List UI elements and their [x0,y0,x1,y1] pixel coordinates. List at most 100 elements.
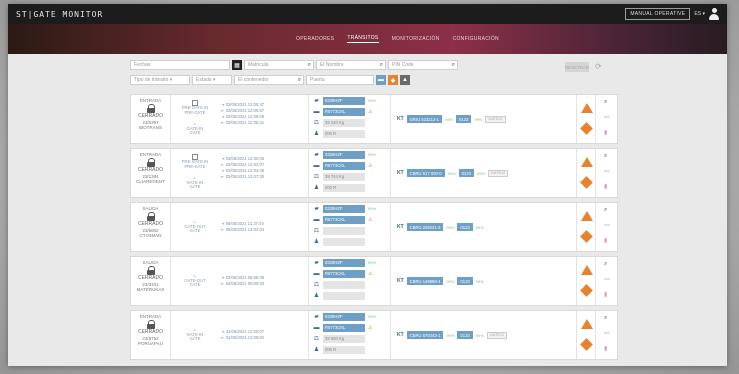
ok-mark: 99% [368,206,377,211]
weight-field [323,226,365,235]
filter-alert-icon[interactable]: ▲ [400,75,410,85]
trailer-icon: ▬ [313,216,320,223]
direction-cell: ENTRADA CERRADO 23/6397 BIOTRANS [131,95,171,143]
delete-icon[interactable]: ▮ [604,291,607,298]
incident-icon[interactable] [580,176,593,189]
vehicle-cell: ▰ 0328HZF 99% ▬ R6773CKL ⚠ ⚖ 39 240 Kg ♟ 000 R [309,95,391,143]
container-number: CBRU 148899-4 [406,277,444,285]
name-input[interactable]: El Nombre ⌕ [316,60,386,70]
transit-row[interactable]: SALIDA CERRADO 23/3331 MATERUKAS ⊥ GATE-O… [130,256,618,306]
more-icon[interactable]: ⋯ [604,276,610,283]
more-icon[interactable]: ⋯ [604,114,610,121]
nav-operadores[interactable]: OPERADORES [296,36,334,42]
gate-input[interactable]: Puerta [306,75,374,85]
incident-icon[interactable] [580,230,593,243]
plate-field: 0328HZF [323,96,365,105]
trailer-icon: ▬ [313,108,320,115]
filter-diamond-icon[interactable]: ◆ [388,75,398,85]
plate-input[interactable]: Matrícula ⌕ [244,60,314,70]
status-select[interactable]: Estado ▾ [192,75,232,85]
direction-cell: ENTRADA CERRADO 23/1384 CLIAREGENT [131,149,171,197]
ok-mark: 99% [475,224,484,230]
calendar-icon[interactable]: ▦ [232,60,242,70]
plate-field: 0328HZF [323,204,365,213]
gate-item: ⊥ GATE-IN GATE [186,175,204,189]
seal-number: 0123 [457,331,473,339]
warning-icon[interactable] [581,157,593,167]
pregate-item: PRE-GATE IN PRE-GATE [175,100,215,115]
container-number: CBRU 570443-1 [406,331,444,339]
ok-mark: 99% [446,332,455,338]
weight-field: 39 240 Kg [323,118,365,127]
lock-icon [146,320,155,330]
person-warning-icon: ⚠ [368,216,373,223]
driver-field: 000 R [323,183,365,192]
actions-cell: ⌕ ⋯ ▮ [596,149,618,197]
delete-icon[interactable]: ▮ [604,345,607,352]
transit-list: ENTRADA CERRADO 23/6397 BIOTRANS PRE-GAT… [130,94,618,364]
lock-icon [146,104,155,114]
seal-number: 0123 [457,277,473,285]
delete-icon[interactable]: ▮ [604,183,607,190]
transit-row[interactable]: ENTRADA CERRADO 23/1384 CLIAREGENT PRE-G… [130,148,618,198]
warning-icon[interactable] [581,265,593,275]
warning-icon[interactable] [581,319,593,329]
weight-field: 39 500 Kg [323,334,365,343]
actions-cell: ⌕ ⋯ ▮ [596,203,618,251]
filter-entry-icon[interactable]: ▬ [376,75,386,85]
nav-configuracion[interactable]: CONFIGURACIÓN [453,36,499,42]
transit-row[interactable]: ENTRADA CERRADO 23/6397 BIOTRANS PRE-GAT… [130,94,618,144]
incident-icon[interactable] [580,122,593,135]
more-icon[interactable]: ⋯ [604,330,610,337]
truck-icon: ▰ [314,152,319,158]
driver-icon: ♟ [313,131,320,137]
delete-icon[interactable]: ▮ [604,237,607,244]
transit-row[interactable]: SALIDA CERRADO 23/6602 CTO4MAN ⊥ GATE-OUT… [130,202,618,252]
pin-input[interactable]: PIN Code ⌕ [388,60,458,70]
alerts-cell [577,203,596,251]
transit-row[interactable]: ENTRADA CERRADO 23/8752 PORUAPAU ⊥ GATE-I… [130,310,618,360]
timestamps: ⇥ 05/05/2021 11:37:44 ⇤ 05/05/2021 12:02… [221,221,265,232]
truck-icon: ▰ [314,206,319,212]
search-icon: ⌕ [451,62,455,68]
trailer-icon: ▬ [313,270,320,277]
more-icon[interactable]: ⋯ [604,222,610,229]
direction-cell: ENTRADA CERRADO 23/8752 PORUAPAU [131,311,171,359]
warning-icon[interactable] [581,211,593,221]
actions-cell: ⌕ ⋯ ▮ [596,95,618,143]
delete-icon[interactable]: ▮ [604,129,607,136]
nav-transitos[interactable]: TRÁNSITOS [347,35,379,43]
nav-monitorizacion[interactable]: MONITORIZACIÓN [392,36,440,42]
seal-number: 0123 [458,169,474,177]
extra-tag: GATE12 [487,169,509,177]
driver-icon: ♟ [313,239,320,245]
trailer-field: R6773CKL [323,161,365,170]
search-icon[interactable]: ⌕ [604,207,607,214]
trailer-icon: ▬ [313,162,320,169]
search-icon[interactable]: ⌕ [604,261,607,268]
search-icon[interactable]: ⌕ [604,315,607,322]
actions-cell: ⌕ ⋯ ▮ [596,311,618,359]
incident-icon[interactable] [580,338,593,351]
incident-icon[interactable] [580,284,593,297]
refresh-icon[interactable]: ⟳ [595,62,602,71]
gate-item: ⊥ GATE-IN GATE [186,121,204,135]
ok-mark: 99% [368,314,377,319]
more-icon[interactable]: ⋯ [604,168,610,175]
transit-type-select[interactable]: Tipo de tránsito ▾ [130,75,190,85]
search-icon[interactable]: ⌕ [604,99,607,106]
warning-icon[interactable] [581,103,593,113]
container-input[interactable]: El contenedor ⌕ [234,75,304,85]
container-type-icon: KT [397,278,404,284]
dates-input[interactable]: Fechas [130,60,230,70]
container-number: CBRU 226231-3 [406,223,444,231]
language-selector[interactable]: ES ▾ [694,11,705,17]
account-button[interactable]: MANUAL OPERATIVE [625,8,691,20]
alerts-cell [577,149,596,197]
vehicle-cell: ▰ 0328HZF 99% ▬ R6773CKL ⚠ ⚖ 39 744 Kg ♟ 000 R [309,149,391,197]
reset-button[interactable]: RESETEAR [565,62,589,72]
ok-mark: 99% [474,116,483,122]
gates-cell: ⊥ GATE-IN GATE ⇥ 31/05/2021 12:06:07 ⇤ 31/… [171,311,309,359]
search-icon[interactable]: ⌕ [604,153,607,160]
user-icon[interactable] [709,8,719,20]
